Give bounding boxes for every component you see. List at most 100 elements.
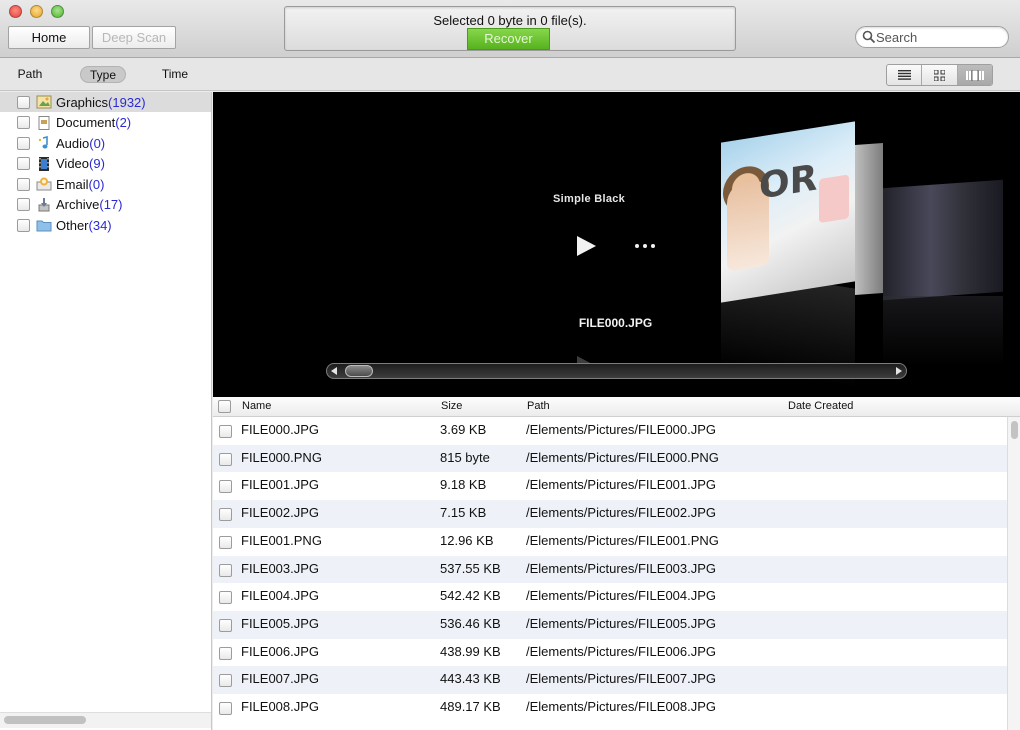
file-size: 489.17 KB [440, 699, 501, 714]
file-name: FILE002.JPG [241, 505, 320, 521]
category-checkbox[interactable] [17, 218, 30, 232]
scroll-left-arrow-icon[interactable] [330, 367, 338, 375]
table-row[interactable]: FILE003.JPG 537.55 KB /Elements/Pictures… [213, 555, 1007, 584]
category-count: (0) [89, 135, 106, 151]
table-row[interactable]: FILE000.PNG 815 byte /Elements/Pictures/… [213, 444, 1007, 473]
preview-thumbnail-edge[interactable] [855, 143, 883, 295]
document-icon [38, 115, 50, 130]
search-icon [862, 30, 876, 44]
file-name: FILE007.JPG [241, 671, 320, 687]
row-checkbox[interactable] [219, 702, 232, 715]
tab-type[interactable]: Type [80, 66, 126, 83]
search-input[interactable] [876, 29, 1001, 45]
file-path: /Elements/Pictures/FILE002.JPG [526, 505, 717, 521]
file-name: FILE000.PNG [241, 449, 322, 465]
image-icon [36, 95, 52, 109]
row-checkbox[interactable] [219, 591, 232, 605]
file-size: 536.46 KB [440, 615, 501, 631]
coverflow-scroll-thumb[interactable] [345, 365, 373, 377]
play-icon[interactable] [574, 234, 598, 258]
email-icon [36, 177, 52, 191]
file-name: FILE004.JPG [241, 588, 320, 604]
row-checkbox[interactable] [219, 425, 232, 438]
deep-scan-button[interactable]: Deep Scan [92, 26, 176, 49]
zoom-window-button[interactable] [51, 5, 64, 18]
close-window-button[interactable] [9, 5, 22, 18]
home-button[interactable]: Home [8, 26, 90, 49]
category-video[interactable]: Video (9) [0, 154, 211, 174]
thumbnail-text: OR [759, 157, 818, 208]
category-archive[interactable]: Archive (17) [0, 195, 211, 215]
category-audio[interactable]: Audio (0) [0, 133, 211, 153]
row-checkbox[interactable] [219, 618, 232, 632]
tab-time[interactable]: Time [155, 66, 195, 83]
column-header-path[interactable]: Path [527, 400, 550, 412]
category-graphics[interactable]: Graphics (1932) [0, 92, 211, 112]
row-checkbox[interactable] [219, 508, 232, 522]
table-row[interactable]: FILE000.JPG 3.69 KB /Elements/Pictures/F… [213, 417, 1007, 445]
coverflow-view-button[interactable] [957, 65, 992, 85]
file-path: /Elements/Pictures/FILE005.JPG [526, 615, 717, 631]
category-checkbox[interactable] [17, 95, 30, 109]
column-header-date-created[interactable]: Date Created [788, 400, 853, 412]
recover-button[interactable]: Recover [467, 28, 550, 50]
column-header-size[interactable]: Size [441, 400, 462, 412]
file-name: FILE000.JPG [241, 422, 320, 437]
minimize-window-button[interactable] [30, 5, 43, 18]
row-checkbox[interactable] [219, 563, 232, 577]
table-row[interactable]: FILE007.JPG 443.43 KB /Elements/Pictures… [213, 666, 1007, 694]
list-view-button[interactable] [887, 65, 923, 85]
table-row[interactable]: FILE005.JPG 536.46 KB /Elements/Pictures… [213, 610, 1007, 639]
category-other[interactable]: Other (34) [0, 215, 211, 235]
file-name: FILE001.JPG [241, 477, 320, 493]
file-size: 542.42 KB [440, 588, 501, 604]
category-document[interactable]: Document (2) [0, 113, 211, 133]
coverflow-view-icon [965, 69, 984, 81]
row-checkbox[interactable] [219, 535, 232, 549]
sort-bar: Path Type Time [0, 58, 1020, 91]
selection-status: Selected 0 byte in 0 file(s). [433, 13, 587, 28]
row-checkbox[interactable] [219, 480, 232, 494]
preview-thumbnail-next[interactable] [883, 179, 1003, 301]
grid-view-button[interactable] [922, 65, 958, 85]
search-box[interactable] [855, 26, 1009, 48]
file-size: 7.15 KB [440, 505, 487, 521]
category-checkbox[interactable] [17, 198, 30, 211]
file-list: FILE000.JPG 3.69 KB /Elements/Pictures/F… [213, 417, 1007, 730]
category-email[interactable]: Email (0) [0, 174, 211, 194]
table-row[interactable]: FILE004.JPG 542.42 KB /Elements/Pictures… [213, 583, 1007, 611]
file-list-header: Name Size Path Date Created [213, 397, 1020, 417]
column-header-name[interactable]: Name [242, 400, 271, 412]
category-checkbox[interactable] [17, 177, 30, 191]
scroll-right-arrow-icon[interactable] [895, 367, 903, 375]
sidebar-scroll-thumb[interactable] [4, 716, 86, 724]
thumbnail-badge [819, 174, 849, 224]
file-size: 12.96 KB [440, 532, 494, 548]
table-row[interactable]: FILE006.JPG 438.99 KB /Elements/Pictures… [213, 639, 1007, 667]
row-checkbox[interactable] [219, 452, 232, 466]
file-path: /Elements/Pictures/FILE001.JPG [526, 477, 717, 493]
category-checkbox[interactable] [17, 136, 30, 150]
file-size: 815 byte [440, 449, 490, 465]
toolbar: Home Deep Scan Selected 0 byte in 0 file… [0, 0, 1020, 58]
file-name: FILE005.JPG [241, 615, 320, 631]
coverflow-scrollbar[interactable] [326, 363, 907, 379]
tab-path[interactable]: Path [10, 66, 50, 83]
category-count: (0) [88, 176, 105, 192]
file-path: /Elements/Pictures/FILE004.JPG [526, 588, 717, 604]
table-row[interactable]: FILE008.JPG 489.17 KB /Elements/Pictures… [213, 694, 1007, 722]
preview-thumbnail-current[interactable]: OR [721, 121, 855, 303]
file-list-vertical-scrollbar[interactable] [1007, 417, 1020, 730]
row-checkbox[interactable] [219, 674, 232, 688]
file-list-scroll-thumb[interactable] [1011, 421, 1018, 439]
table-row[interactable]: FILE001.JPG 9.18 KB /Elements/Pictures/F… [213, 472, 1007, 500]
table-row[interactable]: FILE002.JPG 7.15 KB /Elements/Pictures/F… [213, 500, 1007, 528]
file-name: FILE001.PNG [241, 532, 322, 548]
select-all-checkbox[interactable] [218, 400, 231, 413]
category-checkbox[interactable] [17, 116, 30, 129]
row-checkbox[interactable] [219, 646, 232, 660]
more-options-icon[interactable] [633, 242, 657, 250]
category-checkbox[interactable] [17, 157, 30, 170]
file-size: 438.99 KB [440, 643, 501, 659]
table-row[interactable]: FILE001.PNG 12.96 KB /Elements/Pictures/… [213, 528, 1007, 556]
